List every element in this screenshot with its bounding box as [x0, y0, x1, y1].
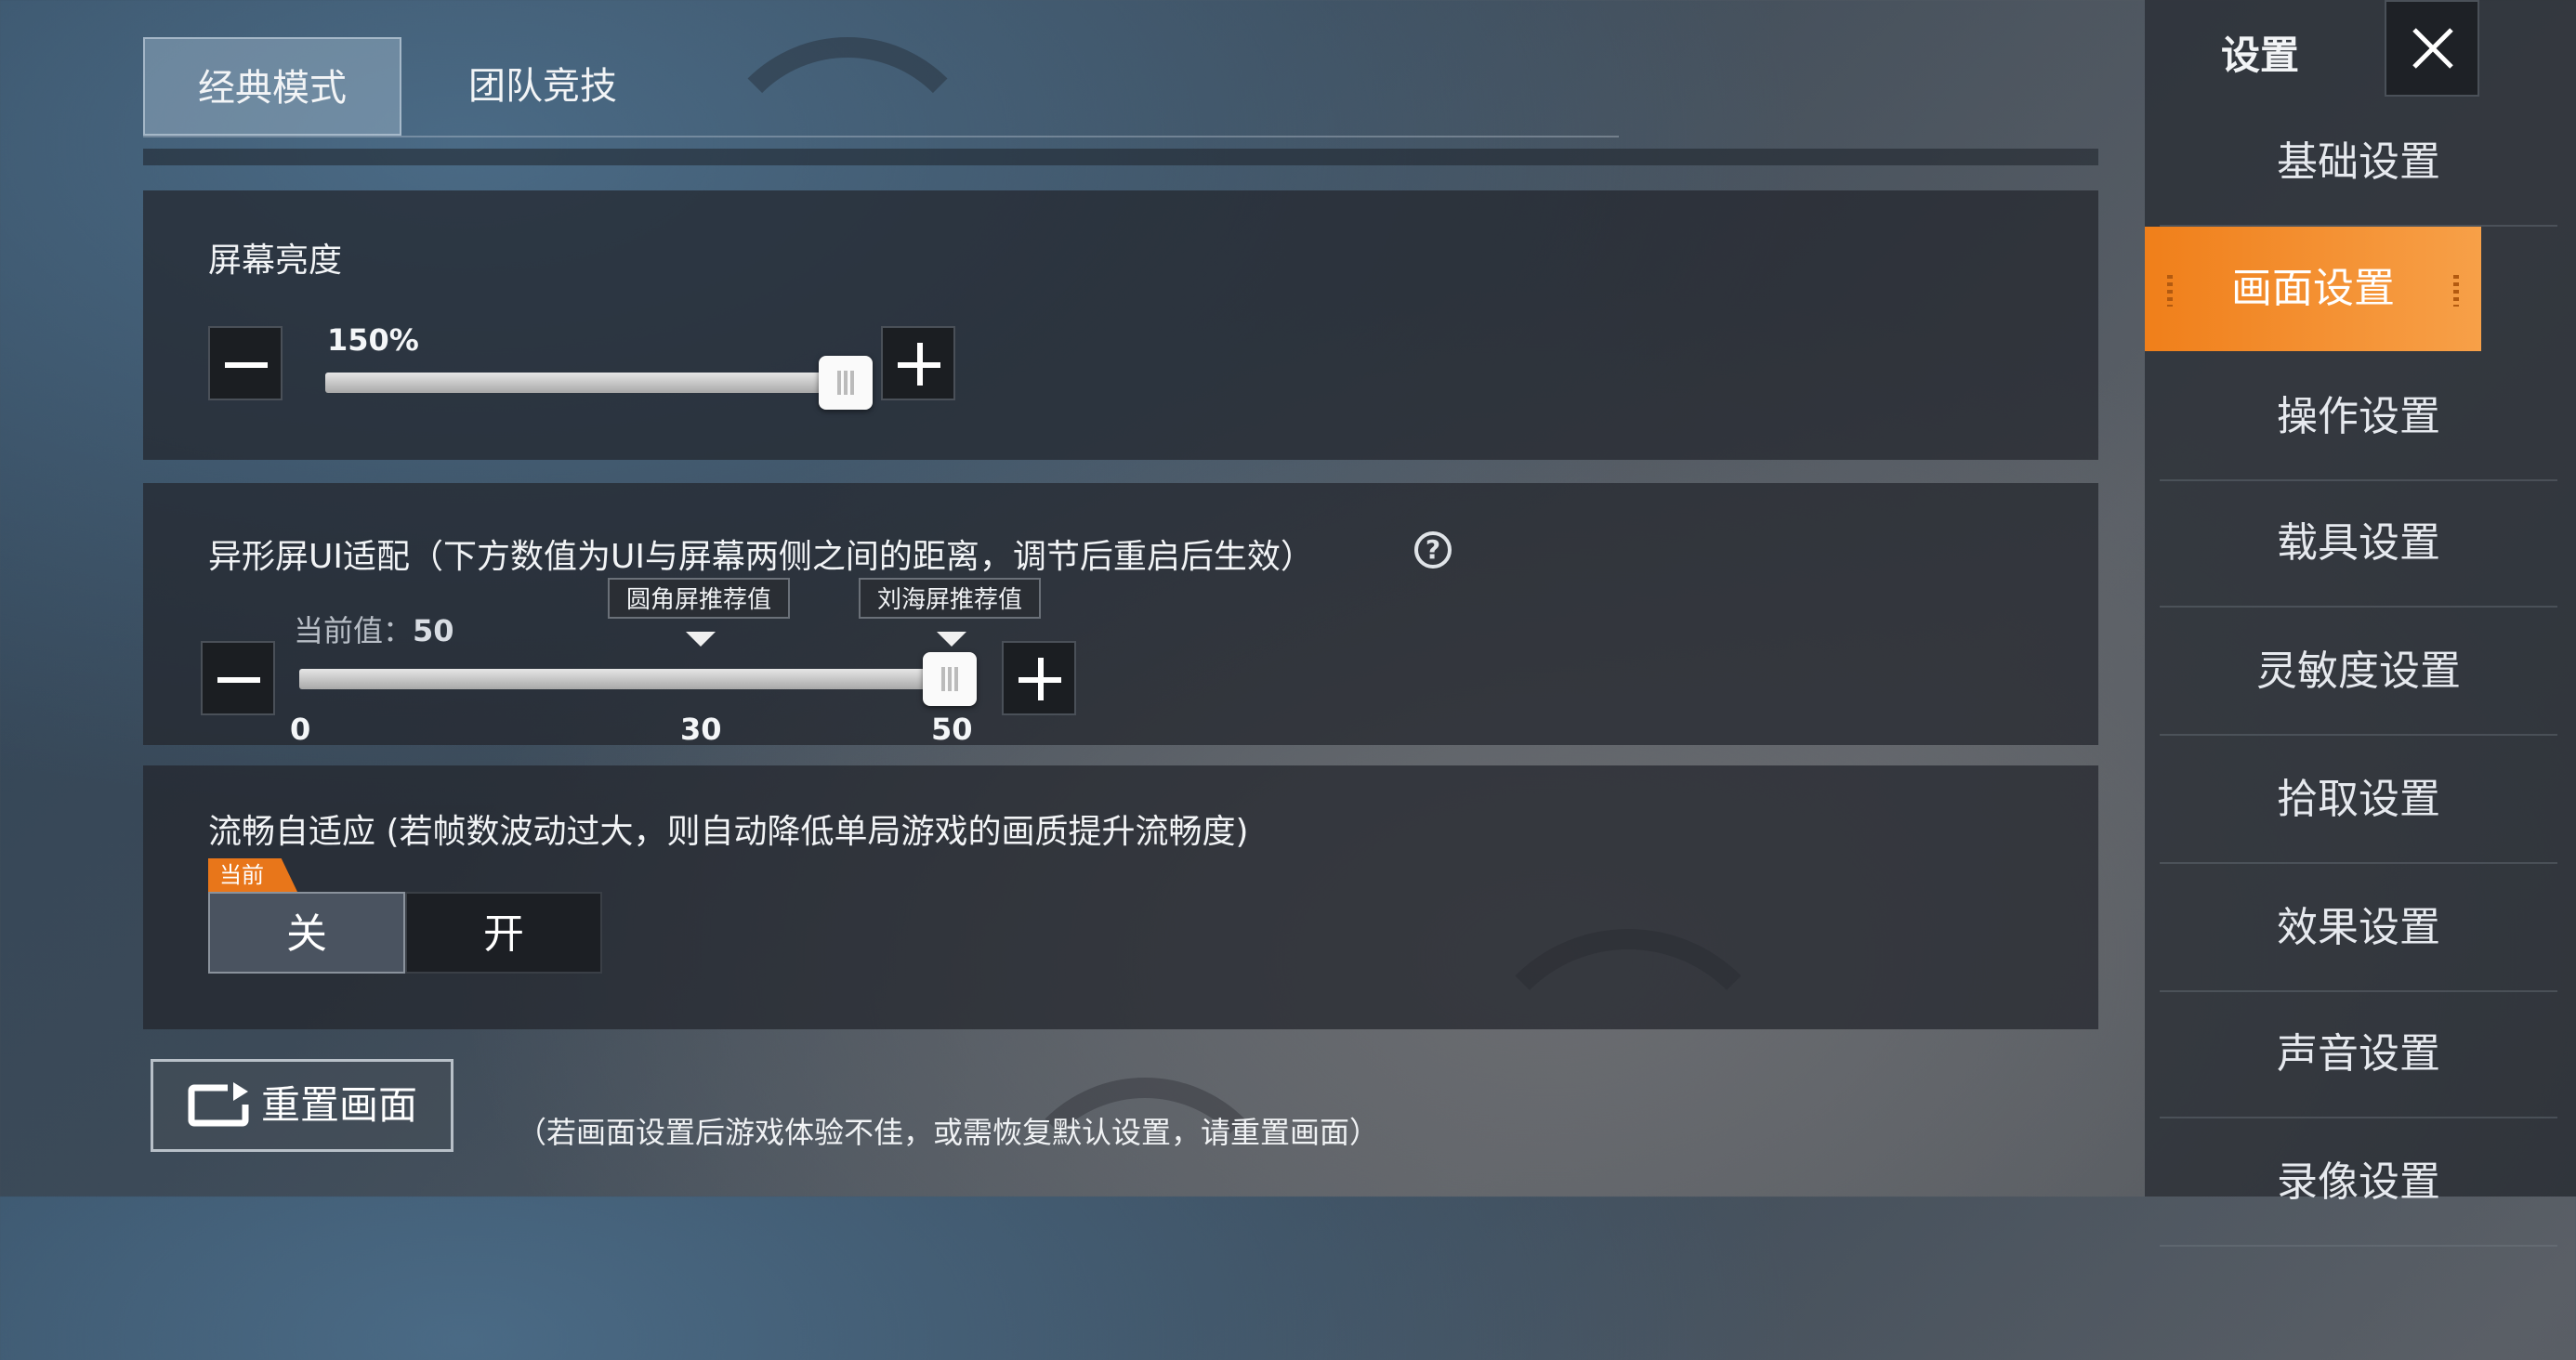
brightness-panel: 屏幕亮度 150%	[143, 190, 2098, 460]
sidebar-item-pickup[interactable]: 拾取设置	[2160, 738, 2557, 864]
tick-label: 0	[290, 712, 311, 747]
sidebar-item-vehicle[interactable]: 载具设置	[2160, 481, 2557, 608]
tab-team-deathmatch[interactable]: 团队竞技	[422, 37, 664, 136]
sidebar-item-sensitivity[interactable]: 灵敏度设置	[2160, 609, 2557, 736]
sidebar-item-basic[interactable]: 基础设置	[2160, 100, 2557, 227]
notch-slider-thumb[interactable]	[923, 652, 977, 706]
reset-screen-label: 重置画面	[261, 1082, 418, 1128]
notch-adapt-panel: 异形屏UI适配（下方数值为UI与屏幕两侧之间的距离，调节后重启后生效） ? 当前…	[143, 483, 2098, 747]
minus-icon	[225, 362, 268, 368]
sidebar-item-label: 画面设置	[2231, 265, 2395, 312]
settings-title: 设置	[2221, 33, 2300, 78]
notch-adapt-title: 异形屏UI适配（下方数值为UI与屏幕两侧之间的距离，调节后重启后生效）	[208, 538, 1314, 576]
tick-label: 30	[680, 712, 722, 747]
notch-decrease-button[interactable]	[201, 641, 275, 715]
sidebar-item-replay[interactable]: 录像设置	[2160, 1120, 2557, 1247]
current-value: 50	[413, 613, 454, 648]
smooth-adaptive-title: 流畅自适应 (若帧数波动过大，则自动降低单局游戏的画质提升流畅度)	[208, 813, 1249, 851]
brightness-slider-track[interactable]	[325, 373, 846, 393]
brightness-slider-thumb[interactable]	[819, 356, 873, 410]
brightness-value: 150%	[327, 322, 419, 358]
notch-screen-recommend-tooltip: 刘海屏推荐值	[859, 578, 1042, 619]
round-screen-recommend-tooltip: 圆角屏推荐值	[608, 578, 791, 619]
mode-tabs: 经典模式 团队竞技	[143, 37, 1619, 137]
current-value-label: 当前值：50	[294, 613, 454, 648]
brightness-decrease-button[interactable]	[208, 326, 283, 400]
close-icon	[2412, 28, 2453, 69]
close-button[interactable]	[2385, 0, 2479, 97]
brightness-increase-button[interactable]	[881, 326, 955, 400]
reset-screen-button[interactable]: 重置画面	[151, 1059, 453, 1152]
sidebar-item-effects[interactable]: 效果设置	[2160, 866, 2557, 992]
reset-screen-icon	[188, 1082, 249, 1127]
brightness-title: 屏幕亮度	[208, 242, 343, 280]
divider-bar	[143, 149, 2098, 165]
sidebar-item-graphics[interactable]: 画面设置	[2145, 227, 2481, 351]
sidebar-item-controls[interactable]: 操作设置	[2160, 355, 2557, 481]
reset-note: （若画面设置后游戏体验不佳，或需恢复默认设置，请重置画面）	[517, 1115, 1380, 1150]
smooth-on-button[interactable]: 开	[405, 892, 602, 974]
round-screen-marker	[686, 632, 716, 647]
help-circle-icon[interactable]: ?	[1414, 531, 1452, 569]
notch-slider-track[interactable]	[299, 669, 950, 689]
sidebar-item-sound[interactable]: 声音设置	[2160, 992, 2557, 1118]
tab-classic-mode[interactable]: 经典模式	[143, 37, 401, 136]
notch-screen-marker	[937, 632, 966, 647]
minus-icon	[217, 677, 260, 683]
smooth-off-button[interactable]: 关	[208, 892, 405, 974]
notch-increase-button[interactable]	[1002, 641, 1076, 715]
tick-label: 50	[931, 712, 973, 747]
